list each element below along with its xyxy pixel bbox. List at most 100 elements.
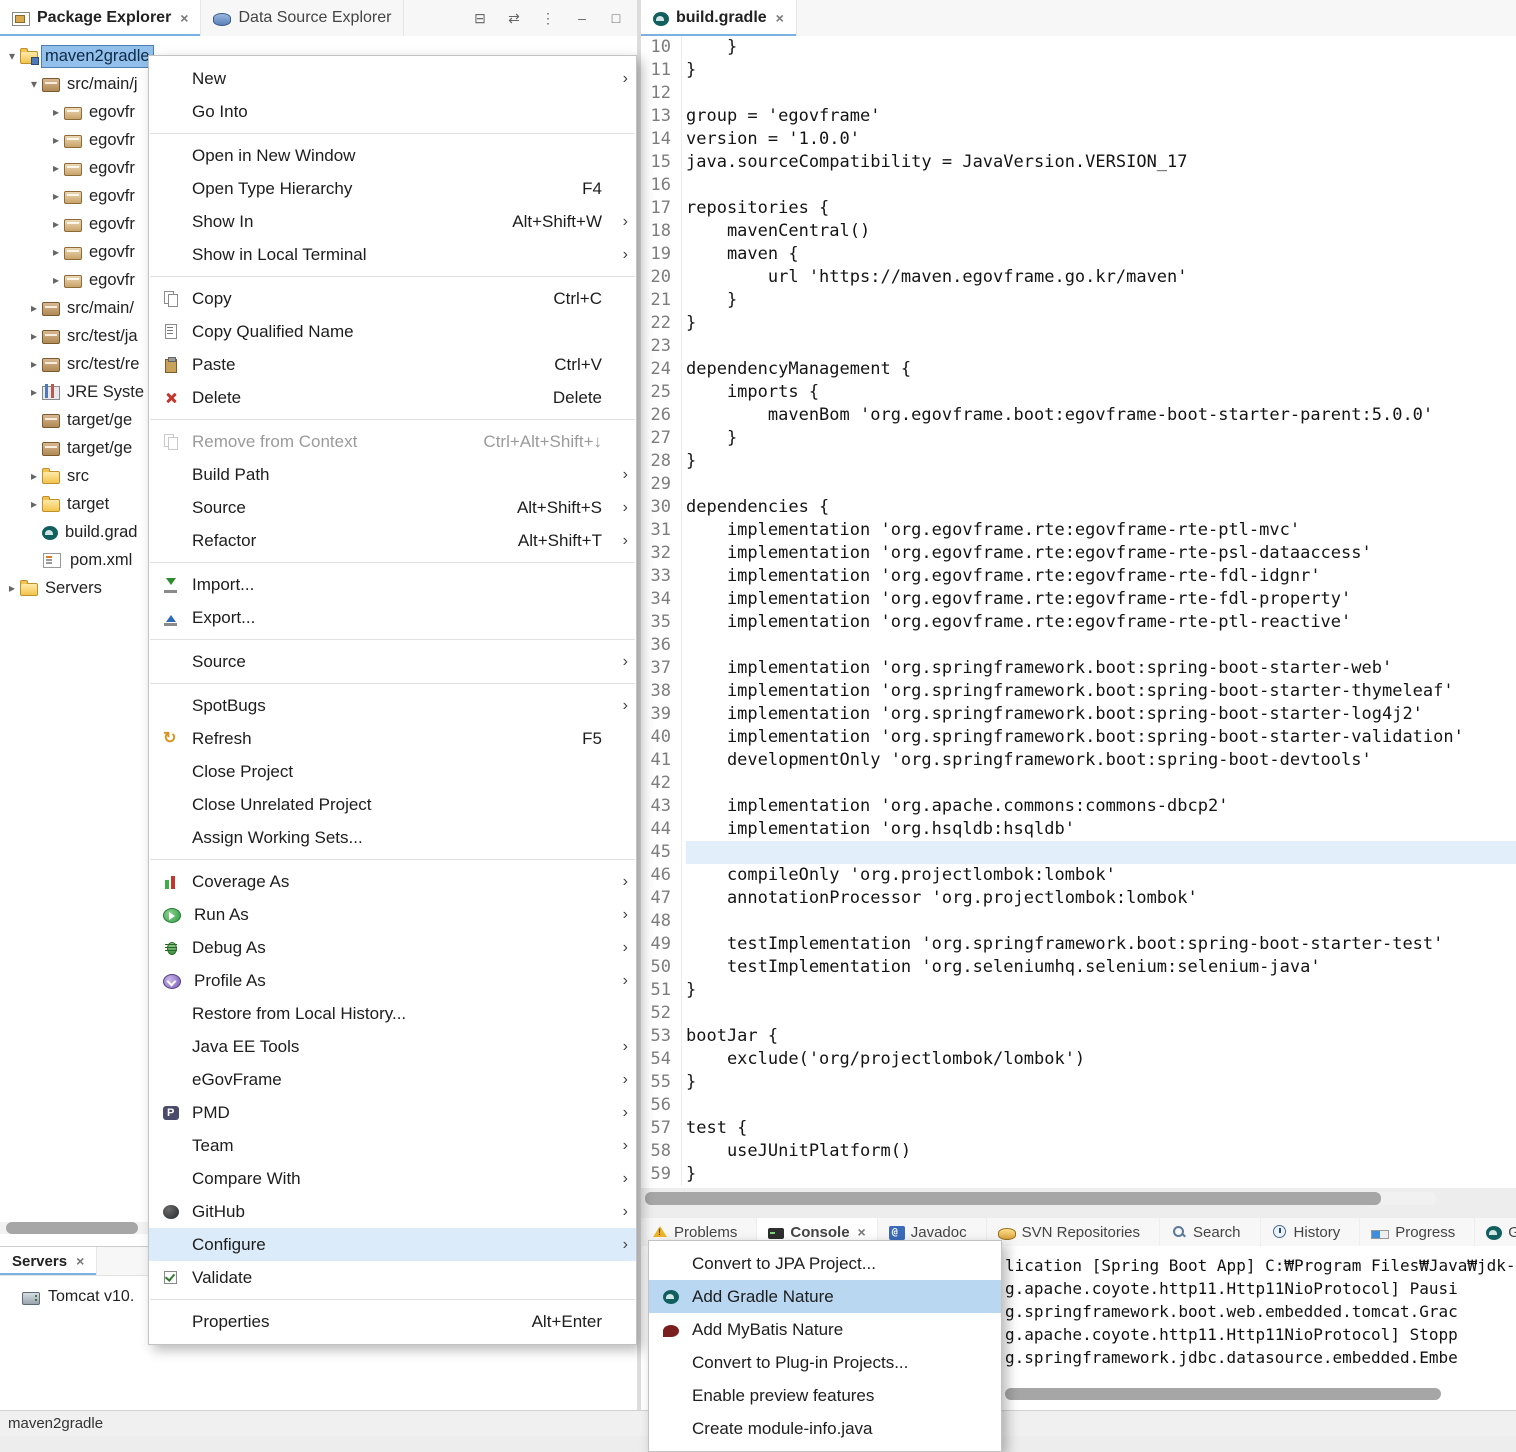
code-line-x[interactable]: 24 dependencyManagement {	[641, 358, 1516, 381]
scrollbar-thumb[interactable]	[1005, 1388, 1441, 1400]
console-horizontal-scrollbar[interactable]	[1005, 1388, 1441, 1400]
menu-item-import[interactable]: Import...	[149, 568, 636, 601]
expand-arrow-icon[interactable]: ▾	[26, 77, 42, 91]
toolbar-button-collapse-all[interactable]: ⊟	[469, 7, 491, 29]
menu-item-sep[interactable]	[150, 133, 635, 134]
code-line-x[interactable]: 35 implementation 'org.egovframe.rte:ego…	[641, 611, 1516, 634]
submenu-item-enable-preview-features[interactable]: Enable preview features	[649, 1379, 1001, 1412]
expand-arrow-icon[interactable]: ▸	[48, 217, 64, 231]
expand-arrow-icon[interactable]: ▸	[26, 301, 42, 315]
expand-arrow-icon[interactable]: ▸	[26, 385, 42, 399]
menu-item-source[interactable]: Source ›	[149, 645, 636, 678]
code-line-x[interactable]: 33 implementation 'org.egovframe.rte:ego…	[641, 565, 1516, 588]
menu-item-properties[interactable]: Properties Alt+Enter	[149, 1305, 636, 1338]
submenu-item-add-mybatis-nature[interactable]: Add MyBatis Nature	[649, 1313, 1001, 1346]
submenu-item-create-module-info-java[interactable]: Create module-info.java	[649, 1412, 1001, 1445]
code-line-x[interactable]: 41 developmentOnly 'org.springframework.…	[641, 749, 1516, 772]
menu-item-new[interactable]: New ›	[149, 62, 636, 95]
expand-arrow-icon[interactable]: ▸	[48, 189, 64, 203]
code-line-x[interactable]: 47 annotationProcessor 'org.projectlombo…	[641, 887, 1516, 910]
menu-item-assign-working-sets[interactable]: Assign Working Sets...	[149, 821, 636, 854]
toolbar-button-minimize[interactable]: –	[571, 7, 593, 29]
close-icon[interactable]: ×	[858, 1224, 866, 1240]
code-line-current[interactable]: 45	[641, 841, 1516, 864]
menu-item-sep[interactable]	[150, 639, 635, 640]
expand-arrow-icon[interactable]: ▸	[26, 497, 42, 511]
menu-item-paste[interactable]: Paste Ctrl+V	[149, 348, 636, 381]
menu-item-sep[interactable]	[150, 419, 635, 420]
code-line-x[interactable]: 44 implementation 'org.hsqldb:hsqldb'	[641, 818, 1516, 841]
tab-package-explorer[interactable]: Package Explorer ×	[0, 0, 201, 36]
submenu-item-convert-to-jpa-project[interactable]: Convert to JPA Project...	[649, 1247, 1001, 1280]
menu-item-copy[interactable]: Copy Ctrl+C	[149, 282, 636, 315]
code-line-x[interactable]: 18 mavenCentral()	[641, 220, 1516, 243]
expand-arrow-icon[interactable]: ▸	[48, 245, 64, 259]
menu-item-close-unrelated-project[interactable]: Close Unrelated Project	[149, 788, 636, 821]
toolbar-button-view-menu[interactable]: ⋮	[537, 7, 559, 29]
code-line-x[interactable]: 55 }	[641, 1071, 1516, 1094]
menu-item-build-path[interactable]: Build Path ›	[149, 458, 636, 491]
menu-item-spotbugs[interactable]: SpotBugs ›	[149, 689, 636, 722]
menu-item-sep[interactable]	[150, 562, 635, 563]
menu-item-restore-from-local-history[interactable]: Restore from Local History...	[149, 997, 636, 1030]
menu-item-show-in[interactable]: Show In Alt+Shift+W ›	[149, 205, 636, 238]
expand-arrow-icon[interactable]: ▸	[4, 581, 20, 595]
expand-arrow-icon[interactable]: ▾	[4, 49, 20, 63]
code-line-x[interactable]: 11 }	[641, 59, 1516, 82]
editor-horizontal-scrollbar[interactable]	[645, 1192, 1436, 1205]
menu-item-close-project[interactable]: Close Project	[149, 755, 636, 788]
code-editor[interactable]: 10 } 11 } 12 13 group = 'egovframe' 14 v…	[641, 36, 1516, 1188]
code-line-x[interactable]: 21 }	[641, 289, 1516, 312]
menu-item-team[interactable]: Team ›	[149, 1129, 636, 1162]
code-line-x[interactable]: 28 }	[641, 450, 1516, 473]
menu-item-show-in-local-terminal[interactable]: Show in Local Terminal ›	[149, 238, 636, 271]
expand-arrow-icon[interactable]: ▸	[48, 161, 64, 175]
expand-arrow-icon[interactable]: ▸	[26, 469, 42, 483]
tab-servers[interactable]: Servers ×	[0, 1247, 97, 1275]
menu-item-pmd[interactable]: PMD ›	[149, 1096, 636, 1129]
menu-item-run-as[interactable]: Run As ›	[149, 898, 636, 931]
menu-item-sep[interactable]	[150, 276, 635, 277]
code-line-x[interactable]: 59 }	[641, 1163, 1516, 1186]
code-line-x[interactable]: 36	[641, 634, 1516, 657]
menu-item-coverage-as[interactable]: Coverage As ›	[149, 865, 636, 898]
toolbar-button-link-with-editor[interactable]: ⇄	[503, 7, 525, 29]
menu-item-copy-qualified-name[interactable]: Copy Qualified Name	[149, 315, 636, 348]
menu-item-compare-with[interactable]: Compare With ›	[149, 1162, 636, 1195]
menu-item-validate[interactable]: Validate	[149, 1261, 636, 1294]
expand-arrow-icon[interactable]: ▸	[26, 357, 42, 371]
code-line-x[interactable]: 52	[641, 1002, 1516, 1025]
code-line-x[interactable]: 13 group = 'egovframe'	[641, 105, 1516, 128]
tab-search[interactable]: Search	[1160, 1218, 1261, 1246]
expand-arrow-icon[interactable]: ▸	[48, 105, 64, 119]
code-line-x[interactable]: 48	[641, 910, 1516, 933]
close-icon[interactable]: ×	[776, 10, 784, 26]
code-line-x[interactable]: 19 maven {	[641, 243, 1516, 266]
code-line-x[interactable]: 37 implementation 'org.springframework.b…	[641, 657, 1516, 680]
code-line-x[interactable]: 12	[641, 82, 1516, 105]
code-line-x[interactable]: 50 testImplementation 'org.seleniumhq.se…	[641, 956, 1516, 979]
menu-item-profile-as[interactable]: Profile As ›	[149, 964, 636, 997]
menu-item-java-ee-tools[interactable]: Java EE Tools ›	[149, 1030, 636, 1063]
code-line-x[interactable]: 42	[641, 772, 1516, 795]
scrollbar-thumb[interactable]	[6, 1222, 138, 1234]
expand-arrow-icon[interactable]: ▸	[48, 273, 64, 287]
code-line-x[interactable]: 25 imports {	[641, 381, 1516, 404]
menu-item-github[interactable]: GitHub ›	[149, 1195, 636, 1228]
menu-item-sep[interactable]	[150, 683, 635, 684]
code-line-x[interactable]: 15 java.sourceCompatibility = JavaVersio…	[641, 151, 1516, 174]
tab-gradle-tasks[interactable]: Gradle Tasks	[1475, 1218, 1516, 1246]
code-line-x[interactable]: 40 implementation 'org.springframework.b…	[641, 726, 1516, 749]
code-line-x[interactable]: 31 implementation 'org.egovframe.rte:ego…	[641, 519, 1516, 542]
scrollbar-thumb[interactable]	[645, 1192, 1381, 1205]
code-line-x[interactable]: 32 implementation 'org.egovframe.rte:ego…	[641, 542, 1516, 565]
code-line-x[interactable]: 29	[641, 473, 1516, 496]
menu-item-export[interactable]: Export...	[149, 601, 636, 634]
code-line-x[interactable]: 39 implementation 'org.springframework.b…	[641, 703, 1516, 726]
menu-item-debug-as[interactable]: Debug As ›	[149, 931, 636, 964]
code-line-x[interactable]: 16	[641, 174, 1516, 197]
menu-item-delete[interactable]: Delete Delete	[149, 381, 636, 414]
tab-history[interactable]: History	[1261, 1218, 1361, 1246]
code-line-x[interactable]: 49 testImplementation 'org.springframewo…	[641, 933, 1516, 956]
submenu-item-add-gradle-nature[interactable]: Add Gradle Nature	[649, 1280, 1001, 1313]
